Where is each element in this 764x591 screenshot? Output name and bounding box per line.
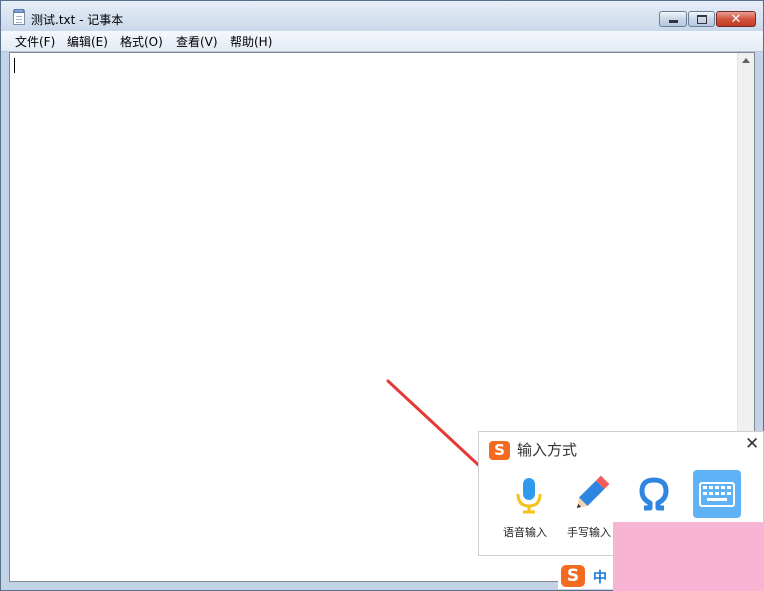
ime-close-icon[interactable]: ✕ (745, 434, 759, 454)
microphone-icon (516, 478, 542, 514)
ime-status-bar[interactable]: S 中 (558, 563, 613, 589)
voice-input-label: 语音输入 (503, 526, 547, 539)
voice-input-button[interactable]: 语音输入 (503, 470, 563, 540)
soft-keyboard-button[interactable] (693, 470, 741, 518)
sogou-logo-icon: S (489, 441, 510, 460)
ime-mode-indicator[interactable]: 中 (593, 567, 607, 587)
omega-icon (639, 477, 669, 511)
redaction-overlay (613, 522, 764, 591)
pencil-icon (576, 475, 610, 509)
sogou-bar-logo-icon: S (561, 565, 585, 587)
ime-panel-title: 输入方式 (517, 441, 578, 459)
keyboard-icon (699, 482, 735, 507)
